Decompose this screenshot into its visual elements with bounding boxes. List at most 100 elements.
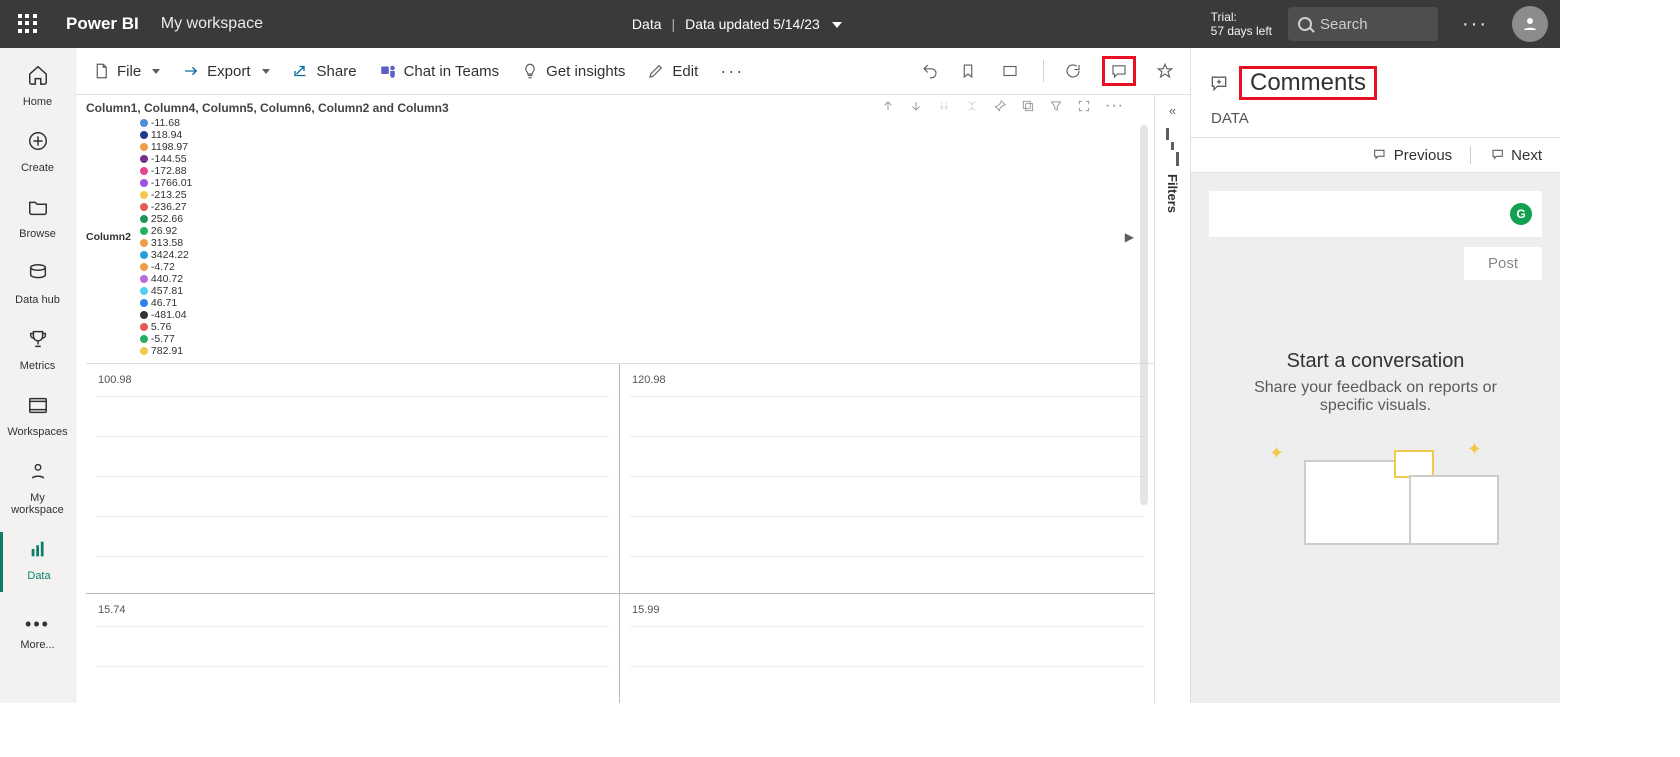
legend-scroll-right[interactable]: ▶ [1125, 230, 1134, 244]
pin-icon[interactable] [993, 99, 1007, 113]
legend-item[interactable]: -11.68 [140, 117, 192, 129]
legend-item[interactable]: 46.71 [140, 297, 192, 309]
bulb-icon [521, 62, 539, 80]
nav-myworkspace[interactable]: My workspace [0, 454, 75, 526]
drill-down-icon[interactable] [909, 99, 923, 113]
legend-item[interactable]: -481.04 [140, 309, 192, 321]
get-insights-button[interactable]: Get insights [521, 62, 625, 80]
copy-icon[interactable] [1021, 99, 1035, 113]
filters-pane-collapsed[interactable]: « Filters [1154, 95, 1190, 703]
nav-home[interactable]: Home [0, 58, 75, 118]
cmdbar-more[interactable]: ··· [720, 61, 744, 82]
legend: Column2 -11.68118.941198.97-144.55-172.8… [86, 117, 1154, 357]
chevron-left-icon: « [1169, 103, 1176, 118]
comment-add-icon [1209, 73, 1229, 93]
refresh-button[interactable] [1064, 62, 1082, 80]
comments-toggle-button[interactable] [1102, 56, 1136, 86]
export-icon [182, 62, 200, 80]
breadcrumb-workspace[interactable]: My workspace [161, 15, 263, 33]
legend-item[interactable]: 26.92 [140, 225, 192, 237]
suite-header: Power BI My workspace Data | Data update… [0, 0, 1560, 48]
legend-item[interactable]: -236.27 [140, 201, 192, 213]
header-more-button[interactable]: ··· [1454, 13, 1496, 36]
legend-item[interactable]: -213.25 [140, 189, 192, 201]
legend-value: 313.58 [151, 237, 183, 249]
data-updated-button[interactable]: Data updated 5/14/23 [685, 16, 842, 32]
gridlines [96, 626, 609, 703]
canvas-scrollbar[interactable] [1140, 125, 1148, 505]
expand-down-icon[interactable] [937, 99, 951, 113]
nav-create-label: Create [0, 162, 75, 174]
legend-item[interactable]: 1198.97 [140, 141, 192, 153]
view-menu[interactable] [1001, 62, 1023, 80]
search-placeholder: Search [1320, 16, 1368, 33]
legend-item[interactable]: 457.81 [140, 285, 192, 297]
nav-datahub[interactable]: Data hub [0, 256, 75, 316]
search-input[interactable]: Search [1288, 7, 1438, 41]
nav-data-label: Data [3, 570, 75, 582]
visual-more[interactable]: ··· [1105, 97, 1124, 115]
legend-item[interactable]: 5.76 [140, 321, 192, 333]
report-canvas[interactable]: ··· Column1, Column4, Column5, Column6, … [76, 95, 1154, 703]
legend-color-dot [140, 131, 148, 139]
drill-up-icon[interactable] [881, 99, 895, 113]
facet-cell[interactable]: 120.98 [620, 364, 1154, 594]
focus-icon[interactable] [1077, 99, 1091, 113]
legend-item[interactable]: -5.77 [140, 333, 192, 345]
app-launcher-icon[interactable] [18, 14, 38, 34]
legend-value: -1766.01 [151, 177, 192, 189]
nav-workspaces[interactable]: Workspaces [0, 388, 75, 448]
trial-status[interactable]: Trial: 57 days left [1211, 10, 1272, 39]
facet-cell[interactable]: 100.98 [86, 364, 620, 594]
user-avatar[interactable] [1512, 6, 1548, 42]
legend-value: 1198.97 [151, 141, 188, 153]
facet-label: 15.74 [98, 604, 611, 616]
comments-heading: Comments [1239, 66, 1377, 100]
share-button[interactable]: Share [292, 62, 357, 80]
nav-create[interactable]: Create [0, 124, 75, 184]
facet-cell[interactable]: 15.74 Column1 Column4 Column5 Column6 [86, 594, 620, 703]
left-nav: Home Create Browse Data hub Metrics [0, 48, 76, 703]
legend-value: -11.68 [151, 117, 180, 129]
bookmark-menu[interactable] [959, 62, 981, 80]
file-icon [92, 62, 110, 80]
bookmark-icon [959, 62, 977, 80]
legend-item[interactable]: -172.88 [140, 165, 192, 177]
legend-item[interactable]: -144.55 [140, 153, 192, 165]
report-name[interactable]: Data [632, 16, 662, 32]
previous-comment-button[interactable]: Previous [1372, 147, 1452, 164]
legend-item[interactable]: 782.91 [140, 345, 192, 357]
legend-item[interactable]: 3424.22 [140, 249, 192, 261]
empty-body: Share your feedback on reports or specif… [1229, 379, 1522, 415]
header-center: Data | Data updated 5/14/23 [281, 16, 1193, 32]
chat-teams-button[interactable]: Chat in Teams [379, 62, 500, 80]
gridlines [630, 396, 1144, 563]
nav-data[interactable]: Data [0, 532, 75, 592]
legend-item[interactable]: 440.72 [140, 273, 192, 285]
post-button[interactable]: Post [1464, 247, 1542, 280]
nav-metrics[interactable]: Metrics [0, 322, 75, 382]
file-menu[interactable]: File [92, 62, 160, 80]
comments-panel: Comments DATA Previous Next G Post Start… [1190, 48, 1560, 703]
chevron-down-icon [262, 69, 270, 74]
edit-button[interactable]: Edit [647, 62, 698, 80]
next-comment-button[interactable]: Next [1489, 147, 1542, 164]
export-menu[interactable]: Export [182, 62, 269, 80]
legend-value: -144.55 [151, 153, 187, 165]
legend-item[interactable]: -1766.01 [140, 177, 192, 189]
empty-title: Start a conversation [1209, 350, 1542, 373]
favorite-button[interactable] [1156, 62, 1174, 80]
nav-more[interactable]: ••• More... [0, 608, 75, 661]
legend-item[interactable]: 252.66 [140, 213, 192, 225]
legend-item[interactable]: -4.72 [140, 261, 192, 273]
data-updated-label: Data updated 5/14/23 [685, 16, 820, 32]
facet-cell[interactable]: 15.99 Column1 Column4 Column5 Column6 [620, 594, 1154, 703]
share-icon [292, 62, 310, 80]
reset-button[interactable] [921, 62, 939, 80]
filter-icon[interactable] [1049, 99, 1063, 113]
expand-all-icon[interactable] [965, 99, 979, 113]
legend-item[interactable]: 118.94 [140, 129, 192, 141]
legend-item[interactable]: 313.58 [140, 237, 192, 249]
nav-browse[interactable]: Browse [0, 190, 75, 250]
comment-input[interactable]: G [1209, 191, 1542, 237]
